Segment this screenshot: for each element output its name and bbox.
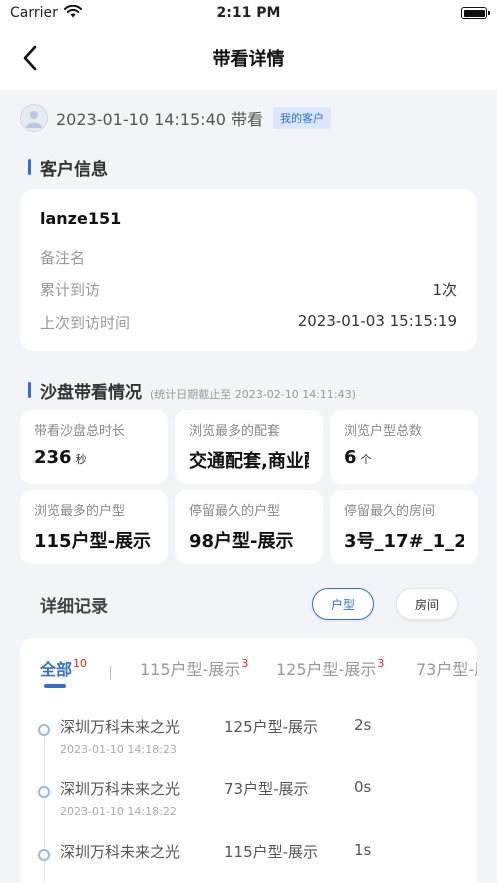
record-time: 2023-01-10 14:18:23	[60, 743, 177, 756]
stats-date-note: (统计日期截止至 2023-02-10 14:11:43)	[150, 388, 356, 401]
record-project: 深圳万科未来之光	[60, 780, 181, 798]
segment-unit-button[interactable]: 户型	[312, 588, 374, 620]
tab-count: 3	[241, 657, 249, 670]
stat-label: 停留最久的房间	[344, 504, 436, 519]
tab-all[interactable]: 全部10	[40, 656, 87, 680]
sandtable-section-header: 沙盘带看情况 (统计日期截止至 2023-02-10 14:11:43)	[28, 378, 356, 403]
record-duration: 0s	[354, 778, 372, 796]
tab-unit-115[interactable]: 115户型-展示3	[140, 656, 248, 680]
timeline-dot	[38, 786, 50, 798]
customer-section-header: 客户信息	[28, 155, 108, 180]
detail-section-title: 详细记录	[40, 597, 108, 617]
records-card: 全部10 115户型-展示3 125户型-展示3 73户型-展示 深圳万科未来之…	[20, 638, 477, 883]
customer-section-title: 客户信息	[40, 160, 108, 180]
status-right	[461, 7, 490, 19]
stat-value: 3号_17#_1_2	[344, 531, 464, 552]
record-item[interactable]: 深圳万科未来之光 73户型-展示 0s 2023-01-10 14:18:22	[20, 778, 477, 838]
record-duration: 1s	[354, 841, 372, 859]
record-project: 深圳万科未来之光	[60, 718, 181, 736]
customer-card: lanze151 备注名 累计到访 1次 上次到访时间 2023-01-03 1…	[20, 189, 477, 351]
timeline-dot	[38, 849, 50, 861]
stat-unit: 个	[360, 453, 372, 466]
stat-label: 浏览最多的户型	[34, 504, 126, 519]
remark-row: 备注名	[40, 247, 457, 268]
tab-count: 10	[73, 657, 88, 670]
tab-separator	[110, 666, 111, 680]
record-duration: 2s	[354, 716, 372, 734]
stat-number: 6	[344, 447, 357, 468]
section-accent-bar	[28, 159, 31, 175]
status-bar: Carrier 2:11 PM	[0, 0, 497, 26]
segment-room-button[interactable]: 房间	[396, 588, 458, 620]
stat-label: 浏览最多的配套	[189, 424, 281, 439]
back-button[interactable]	[16, 44, 44, 72]
last-visit-label: 上次到访时间	[40, 314, 131, 332]
stat-card-top-facility: 浏览最多的配套 交通配套,商业配套	[175, 410, 323, 484]
record-time: 2023-01-10 14:18:22	[60, 805, 177, 818]
sandtable-section-title: 沙盘带看情况	[40, 383, 142, 403]
battery-icon	[461, 7, 490, 19]
page-title: 带看详情	[212, 49, 285, 70]
stat-label: 带看沙盘总时长	[34, 424, 126, 439]
visits-row: 累计到访 1次	[40, 279, 457, 300]
record-tabs: 全部10 115户型-展示3 125户型-展示3 73户型-展示	[40, 656, 477, 696]
tab-label: 125户型-展示	[276, 660, 377, 679]
wifi-icon	[63, 4, 82, 22]
stat-card-unit-count: 浏览户型总数 6个	[330, 410, 478, 484]
stat-card-total-duration: 带看沙盘总时长 236 秒	[20, 410, 168, 484]
tab-label: 115户型-展示	[140, 660, 241, 679]
stat-label: 浏览户型总数	[344, 424, 423, 439]
status-left: Carrier	[10, 4, 82, 22]
section-accent-bar	[28, 382, 31, 398]
record-item[interactable]: 深圳万科未来之光 125户型-展示 2s 2023-01-10 14:18:23	[20, 716, 477, 776]
stat-value: 236 秒	[34, 447, 154, 468]
stat-value: 6个	[344, 447, 464, 468]
stat-label: 停留最久的户型	[189, 504, 281, 519]
visit-info-row: 2023-01-10 14:15:40 带看 我的客户	[20, 104, 332, 132]
remark-label: 备注名	[40, 249, 86, 267]
stat-card-longest-unit: 停留最久的户型 98户型-展示	[175, 490, 323, 564]
carrier-label: Carrier	[10, 5, 58, 21]
stat-value: 115户型-展示	[34, 531, 152, 552]
record-project: 深圳万科未来之光	[60, 843, 181, 861]
customer-badge: 我的客户	[273, 107, 332, 129]
active-tab-indicator	[44, 684, 66, 688]
visits-value: 1次	[432, 281, 457, 299]
stat-value: 98户型-展示	[189, 531, 294, 552]
last-visit-value: 2023-01-03 15:15:19	[297, 312, 457, 330]
visit-datetime: 2023-01-10 14:15:40 带看	[56, 110, 264, 129]
last-visit-row: 上次到访时间 2023-01-03 15:15:19	[40, 312, 457, 333]
tab-unit-73[interactable]: 73户型-展示	[416, 656, 477, 680]
stat-card-top-unit: 浏览最多的户型 115户型-展示	[20, 490, 168, 564]
record-unit: 125户型-展示	[224, 718, 319, 736]
nav-bar: 带看详情	[0, 26, 497, 90]
tab-unit-125[interactable]: 125户型-展示3	[276, 656, 384, 680]
visits-label: 累计到访	[40, 281, 101, 299]
tab-label: 全部	[40, 660, 73, 679]
avatar	[20, 104, 48, 132]
record-unit: 73户型-展示	[224, 780, 309, 798]
stat-number: 236	[34, 447, 72, 468]
stat-card-longest-room: 停留最久的房间 3号_17#_1_2	[330, 490, 478, 564]
timeline-dot	[38, 724, 50, 736]
record-item[interactable]: 深圳万科未来之光 115户型-展示 1s	[20, 841, 477, 883]
customer-name: lanze151	[40, 209, 122, 228]
stat-value: 交通配套,商业配套	[189, 451, 309, 472]
tab-label: 73户型-展示	[416, 660, 477, 679]
tab-count: 3	[377, 657, 385, 670]
record-unit: 115户型-展示	[224, 843, 319, 861]
chevron-left-icon	[23, 45, 37, 71]
user-icon	[26, 111, 42, 128]
stat-unit: 秒	[75, 453, 87, 466]
